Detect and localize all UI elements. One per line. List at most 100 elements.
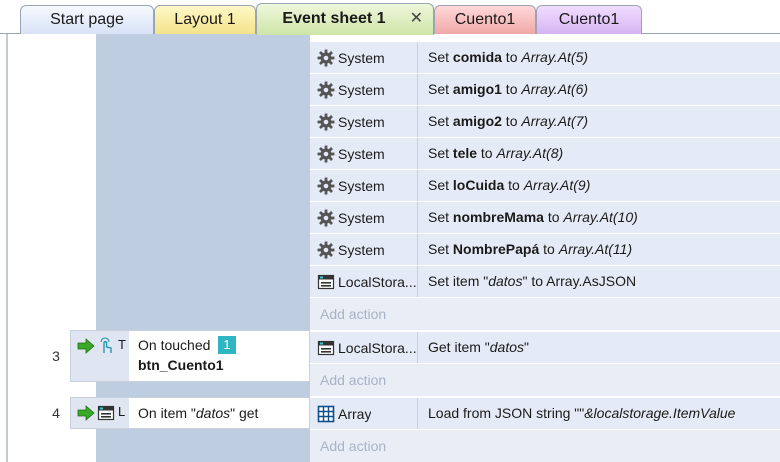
tab-label: Cuento1 [454,11,516,28]
condition-label: On touched [138,337,211,353]
action-object: Array [310,398,418,429]
action-object: System [310,138,418,169]
array-grid-icon [317,405,335,423]
localstorage-icon [317,273,335,291]
green-arrow-icon [77,404,95,422]
action-text: Load from JSON string ""&localstorage.It… [428,405,736,421]
object-name: LocalStora... [338,339,417,356]
action-row[interactable]: LocalStora... Get item "datos" [310,332,780,364]
action-row[interactable]: System Set amigo2 to Array.At(7) [310,106,780,138]
add-action-button[interactable]: Add action [310,430,780,462]
expression: Array.At(10) [563,209,638,225]
event-block-indent [96,34,310,328]
object-name: System [338,145,385,162]
variable-name: loCuida [452,177,505,193]
action-text: Set tele to Array.At(8) [428,145,564,161]
condition-object: btn_Cuento1 [138,357,224,373]
action-row[interactable]: System Set comida to Array.At(5) [310,42,780,74]
event-trigger-margin: T [71,331,129,381]
expression: Array.At(7) [521,113,589,129]
action-text: Set amigo1 to Array.At(6) [428,81,589,97]
event-trigger-margin: L [71,398,129,428]
add-action-button[interactable]: Add action [310,364,780,396]
action-row[interactable]: System Set loCuida to Array.At(9) [310,170,780,202]
tab-cuento1[interactable]: Cuento1 [434,5,536,34]
tab-layout-1[interactable]: Layout 1 [154,5,256,34]
expression: Array.At(8) [496,145,564,161]
storage-key: datos [489,339,525,355]
expression: &localstorage.ItemValue [584,405,736,421]
action-object: LocalStora... [310,332,418,363]
event-condition-block[interactable]: T On touched 1 btn_Cuento1 [70,330,310,382]
variable-name: tele [452,145,478,161]
event-sheet[interactable]: System Set comida to Array.At(5) System … [0,34,780,462]
action-object: System [310,170,418,201]
localstorage-icon [317,339,335,357]
action-row[interactable]: LocalStora... Set item "datos" to Array.… [310,266,780,298]
storage-key: datos [488,273,523,289]
action-row[interactable]: System Set NombrePapá to Array.At(11) [310,234,780,266]
object-name: LocalStora... [338,273,417,290]
action-row[interactable]: System Set tele to Array.At(8) [310,138,780,170]
gear-icon [317,241,335,259]
action-object: System [310,234,418,265]
tab-event-sheet-1[interactable]: Event sheet 1 ✕ [256,3,434,35]
action-text: Set item "datos" to Array.AsJSON [428,273,637,289]
variable-name: amigo2 [452,113,502,129]
action-row[interactable]: System Set nombreMama to Array.At(10) [310,202,780,234]
action-text: Set amigo2 to Array.At(7) [428,113,589,129]
gear-icon [317,177,335,195]
expression: Array.At(5) [521,49,589,65]
tab-bar: Start page Layout 1 Cuento1 Cuento1 Even… [0,0,780,35]
condition-text: On touched 1 btn_Cuento1 [129,331,309,381]
trigger-object-letter: T [118,337,126,352]
tab-label: Layout 1 [174,11,236,28]
object-name: System [338,81,385,98]
variable-name: amigo1 [452,81,502,97]
action-row[interactable]: System Set amigo1 to Array.At(6) [310,74,780,106]
event-number: 4 [52,405,60,421]
sheet-left-border [6,34,8,462]
action-object: System [310,42,418,73]
close-icon[interactable]: ✕ [410,4,423,34]
action-text: Set NombrePapá to Array.At(11) [428,241,633,257]
action-text: Set loCuida to Array.At(9) [428,177,591,193]
gear-icon [317,49,335,67]
gear-icon [317,113,335,131]
action-object: System [310,106,418,137]
tab-cuento1-second[interactable]: Cuento1 [536,5,642,34]
add-action-button[interactable]: Add action [310,298,780,330]
object-name: System [338,49,385,66]
object-name: Array [338,405,372,422]
action-object: LocalStora... [310,266,418,297]
expression: Array.At(11) [558,241,633,257]
touch-hand-icon [97,337,115,355]
action-object: System [310,74,418,105]
gear-icon [317,209,335,227]
action-row[interactable]: Array Load from JSON string ""&localstor… [310,398,780,430]
event-condition-block[interactable]: L On item "datos" get [70,397,310,429]
tab-start-page[interactable]: Start page [20,5,154,34]
expression: Array.At(9) [523,177,591,193]
event-number: 3 [52,348,60,364]
object-name: System [338,113,385,130]
tab-label: Event sheet 1 [282,10,386,27]
condition-badge: 1 [218,336,236,354]
expression: Array.At(6) [521,81,589,97]
variable-name: NombrePapá [452,241,540,257]
localstorage-icon [97,404,115,422]
variable-name: nombreMama [452,209,544,225]
action-text: Get item "datos" [428,339,529,355]
gear-icon [317,145,335,163]
tab-label: Start page [50,11,124,28]
object-name: System [338,209,385,226]
storage-key: datos [195,405,231,421]
tab-label: Cuento1 [558,11,620,28]
object-name: System [338,177,385,194]
action-text: Set comida to Array.At(5) [428,49,589,65]
action-text: Set nombreMama to Array.At(10) [428,209,638,225]
gear-icon [317,81,335,99]
trigger-object-letter: L [118,404,126,419]
action-object: System [310,202,418,233]
variable-name: comida [452,49,502,65]
